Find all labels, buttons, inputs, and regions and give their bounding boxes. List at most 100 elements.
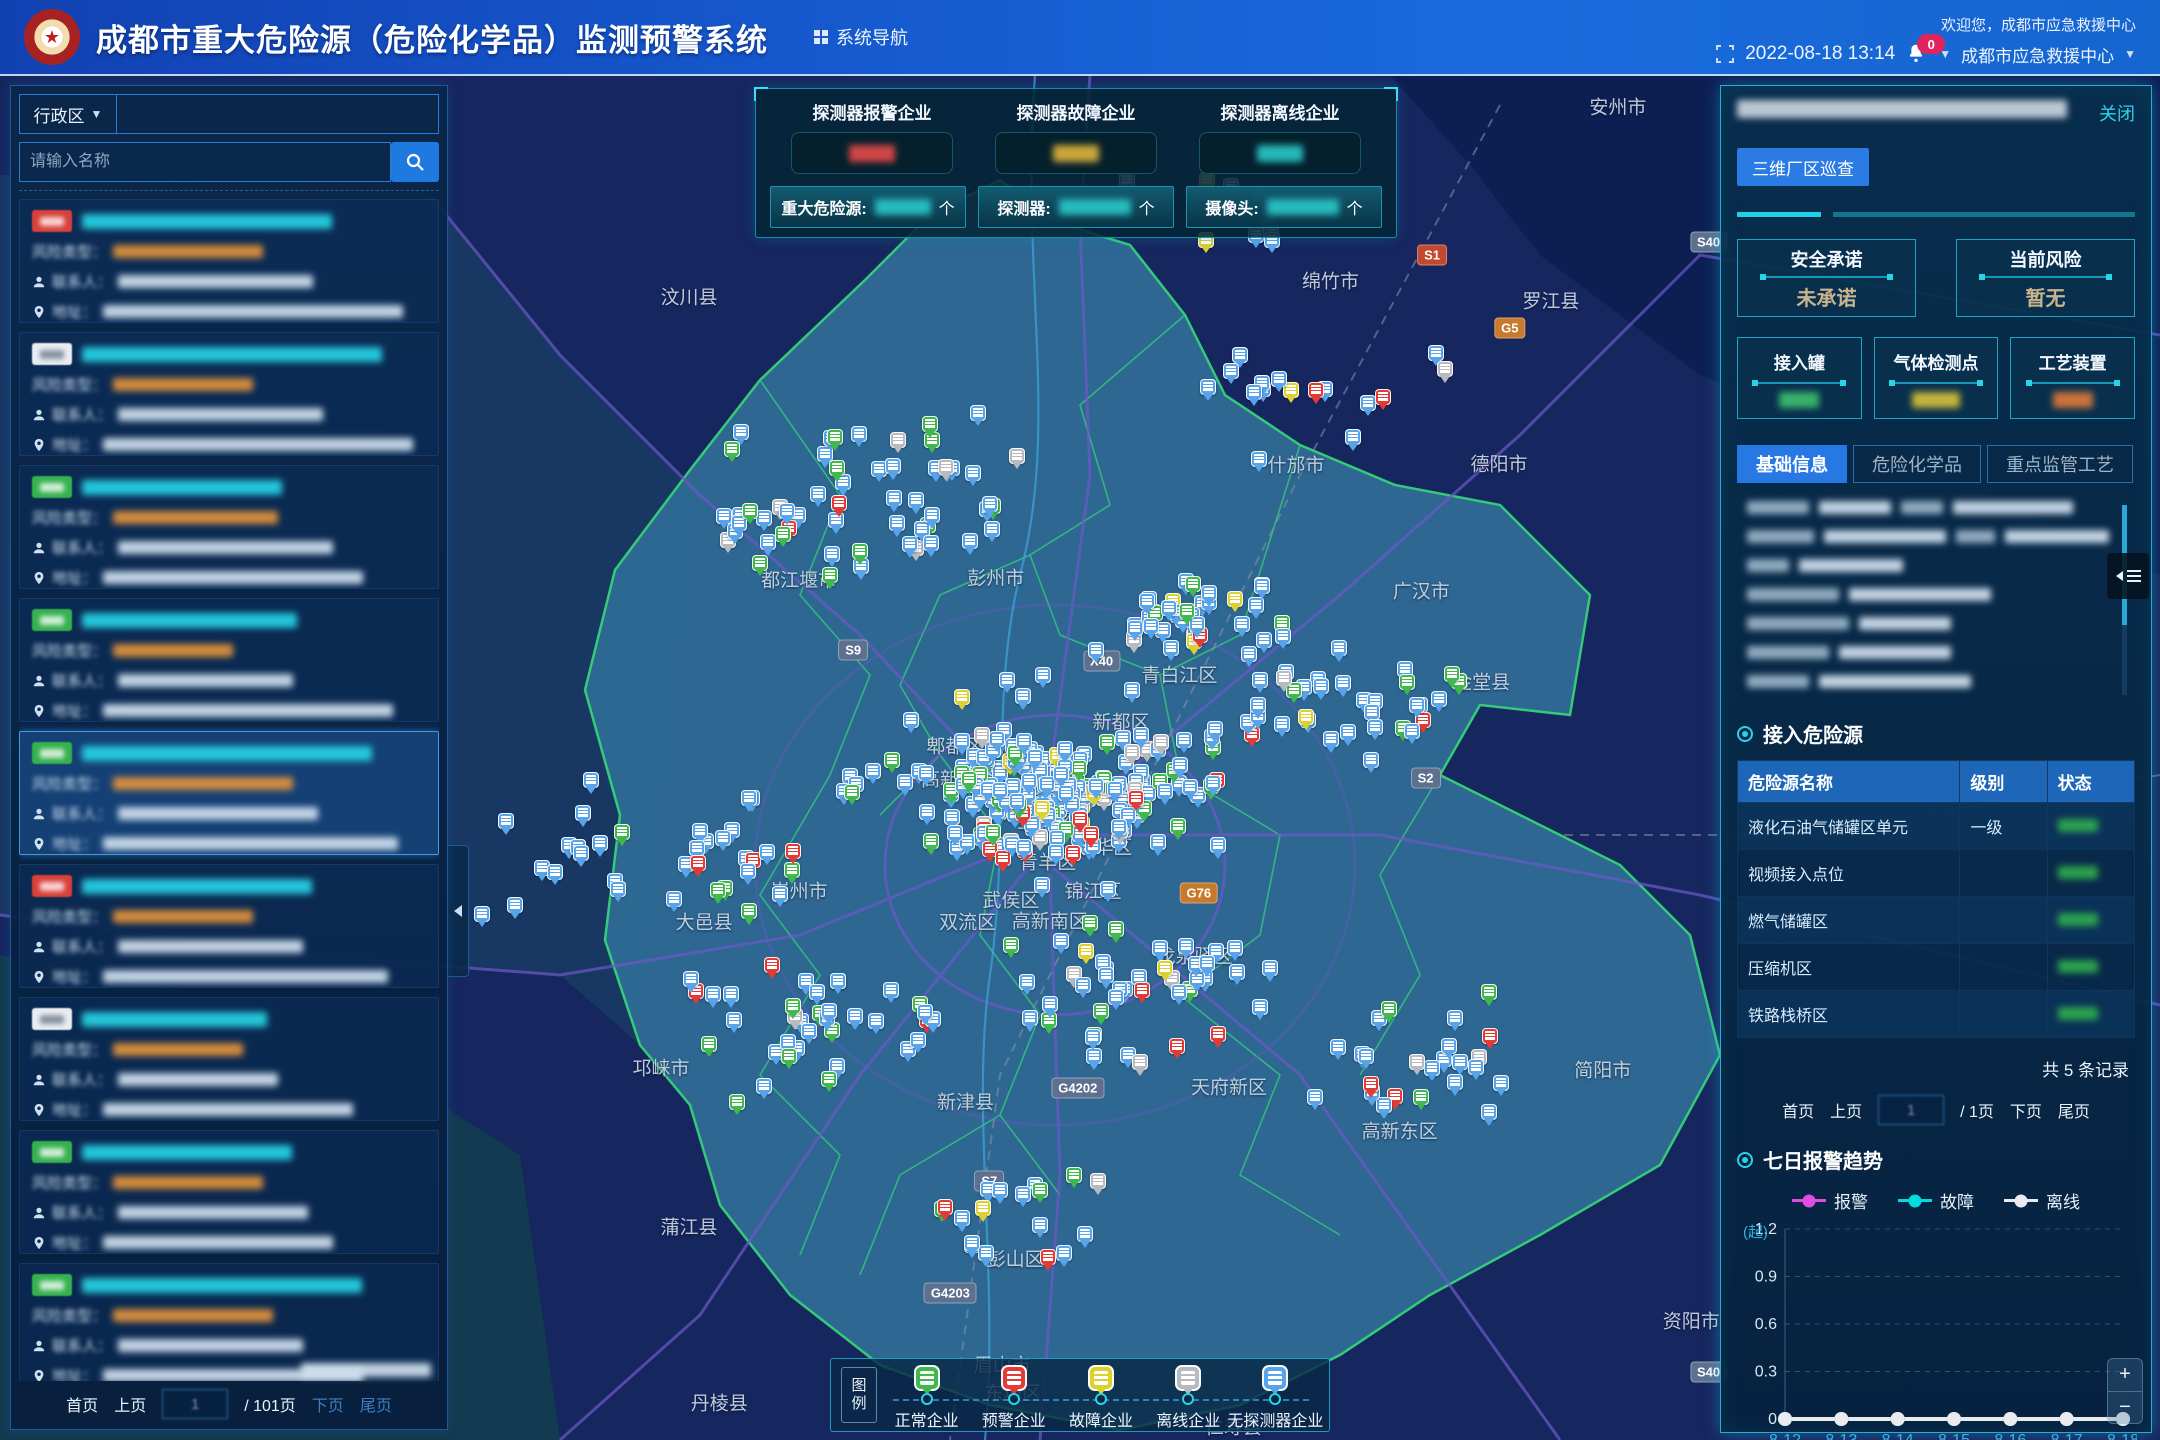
blue-company-pin[interactable] xyxy=(779,503,795,519)
company-card-4[interactable]: 风险类型： 联系人： 地址： xyxy=(19,731,439,855)
blue-company-pin[interactable] xyxy=(1250,697,1266,713)
region-filter[interactable]: 行政区 ▼ xyxy=(19,94,439,134)
blue-company-pin[interactable] xyxy=(1111,819,1127,835)
table-row-0[interactable]: 液化石油气储罐区单元 一级 xyxy=(1738,803,2135,850)
green-company-pin[interactable] xyxy=(829,460,845,476)
blue-company-pin[interactable] xyxy=(1367,719,1383,735)
page-prev[interactable]: 上页 xyxy=(114,1392,146,1416)
blue-company-pin[interactable] xyxy=(1107,781,1123,797)
gray-company-pin[interactable] xyxy=(1009,448,1025,464)
yellow-company-pin[interactable] xyxy=(1227,591,1243,607)
blue-company-pin[interactable] xyxy=(1340,724,1356,740)
gray-company-pin[interactable] xyxy=(1124,744,1140,760)
blue-company-pin[interactable] xyxy=(1481,1104,1497,1120)
green-company-pin[interactable] xyxy=(1179,603,1195,619)
close-button[interactable]: 关闭 xyxy=(2099,100,2135,126)
search-input[interactable] xyxy=(19,142,391,182)
green-company-pin[interactable] xyxy=(852,543,868,559)
blue-company-pin[interactable] xyxy=(1027,749,1043,765)
blue-company-pin[interactable] xyxy=(924,507,940,523)
table-row-3[interactable]: 压缩机区 xyxy=(1738,944,2135,991)
blue-company-pin[interactable] xyxy=(1032,1217,1048,1233)
patrol-3d-button[interactable]: 三维厂区巡查 xyxy=(1737,148,1869,186)
blue-company-pin[interactable] xyxy=(1035,667,1051,683)
blue-company-pin[interactable] xyxy=(1234,616,1250,632)
blue-company-pin[interactable] xyxy=(692,823,708,839)
gray-company-pin[interactable] xyxy=(974,727,990,743)
map-zoom-control[interactable]: + − xyxy=(2107,1358,2143,1424)
green-company-pin[interactable] xyxy=(781,1048,797,1064)
page-next[interactable]: 下页 xyxy=(312,1392,344,1416)
blue-company-pin[interactable] xyxy=(1057,741,1073,757)
blue-company-pin[interactable] xyxy=(1053,933,1069,949)
blue-company-pin[interactable] xyxy=(908,492,924,508)
blue-company-pin[interactable] xyxy=(1009,793,1025,809)
blue-company-pin[interactable] xyxy=(1232,347,1248,363)
red-company-pin[interactable] xyxy=(1308,382,1324,398)
blue-company-pin[interactable] xyxy=(716,508,732,524)
green-company-pin[interactable] xyxy=(844,784,860,800)
blue-company-pin[interactable] xyxy=(1424,1060,1440,1076)
scrollbar[interactable] xyxy=(2122,505,2127,695)
blue-company-pin[interactable] xyxy=(1085,1029,1101,1045)
blue-company-pin[interactable] xyxy=(1075,977,1091,993)
blue-company-pin[interactable] xyxy=(868,1013,884,1029)
yellow-company-pin[interactable] xyxy=(1078,943,1094,959)
blue-company-pin[interactable] xyxy=(1223,363,1239,379)
yellow-company-pin[interactable] xyxy=(1157,960,1173,976)
blue-company-pin[interactable] xyxy=(741,790,757,806)
green-company-pin[interactable] xyxy=(923,833,939,849)
blue-company-pin[interactable] xyxy=(1256,632,1272,648)
blue-company-pin[interactable] xyxy=(1015,688,1031,704)
blue-company-pin[interactable] xyxy=(583,772,599,788)
blue-company-pin[interactable] xyxy=(1262,960,1278,976)
blue-company-pin[interactable] xyxy=(1441,1038,1457,1054)
fullscreen-icon[interactable] xyxy=(1715,44,1735,64)
blue-company-pin[interactable] xyxy=(1021,773,1037,789)
blue-company-pin[interactable] xyxy=(1172,757,1188,773)
gray-company-pin[interactable] xyxy=(1276,670,1292,686)
blue-company-pin[interactable] xyxy=(1143,618,1159,634)
blue-company-pin[interactable] xyxy=(883,982,899,998)
green-company-pin[interactable] xyxy=(785,998,801,1014)
green-company-pin[interactable] xyxy=(1381,1001,1397,1017)
green-company-pin[interactable] xyxy=(710,882,726,898)
blue-company-pin[interactable] xyxy=(821,1003,837,1019)
blue-company-pin[interactable] xyxy=(964,1235,980,1251)
blue-company-pin[interactable] xyxy=(847,1008,863,1024)
red-company-pin[interactable] xyxy=(1072,811,1088,827)
red-company-pin[interactable] xyxy=(1210,1026,1226,1042)
blue-company-pin[interactable] xyxy=(1048,844,1064,860)
green-company-pin[interactable] xyxy=(1003,937,1019,953)
blue-company-pin[interactable] xyxy=(715,830,731,846)
blue-company-pin[interactable] xyxy=(1210,837,1226,853)
blue-company-pin[interactable] xyxy=(1274,716,1290,732)
red-company-pin[interactable] xyxy=(785,843,801,859)
blue-company-pin[interactable] xyxy=(885,458,901,474)
blue-company-pin[interactable] xyxy=(1307,1089,1323,1105)
blue-company-pin[interactable] xyxy=(1152,940,1168,956)
blue-company-pin[interactable] xyxy=(865,763,881,779)
blue-company-pin[interactable] xyxy=(1252,999,1268,1015)
blue-company-pin[interactable] xyxy=(759,844,775,860)
zoom-out-button[interactable]: − xyxy=(2108,1392,2142,1424)
blue-company-pin[interactable] xyxy=(810,486,826,502)
company-card-3[interactable]: 风险类型： 联系人： 地址： xyxy=(19,598,439,722)
blue-company-pin[interactable] xyxy=(573,845,589,861)
blue-company-pin[interactable] xyxy=(705,986,721,1002)
green-company-pin[interactable] xyxy=(729,1094,745,1110)
zoom-in-button[interactable]: + xyxy=(2108,1359,2142,1392)
green-company-pin[interactable] xyxy=(821,1071,837,1087)
company-card-0[interactable]: 风险类型： 联系人： 地址： xyxy=(19,199,439,323)
blue-company-pin[interactable] xyxy=(1330,1039,1346,1055)
legend-item-报警[interactable]: 报警 xyxy=(1792,1188,1868,1213)
red-company-pin[interactable] xyxy=(1134,982,1150,998)
blue-company-pin[interactable] xyxy=(1127,620,1143,636)
blue-company-pin[interactable] xyxy=(1207,721,1223,737)
blue-company-pin[interactable] xyxy=(1056,1245,1072,1261)
panel-toggle-button[interactable] xyxy=(2107,553,2149,599)
blue-company-pin[interactable] xyxy=(1241,646,1257,662)
page-last[interactable]: 尾页 xyxy=(2058,1098,2090,1122)
blue-company-pin[interactable] xyxy=(947,825,963,841)
blue-company-pin[interactable] xyxy=(1077,1226,1093,1242)
